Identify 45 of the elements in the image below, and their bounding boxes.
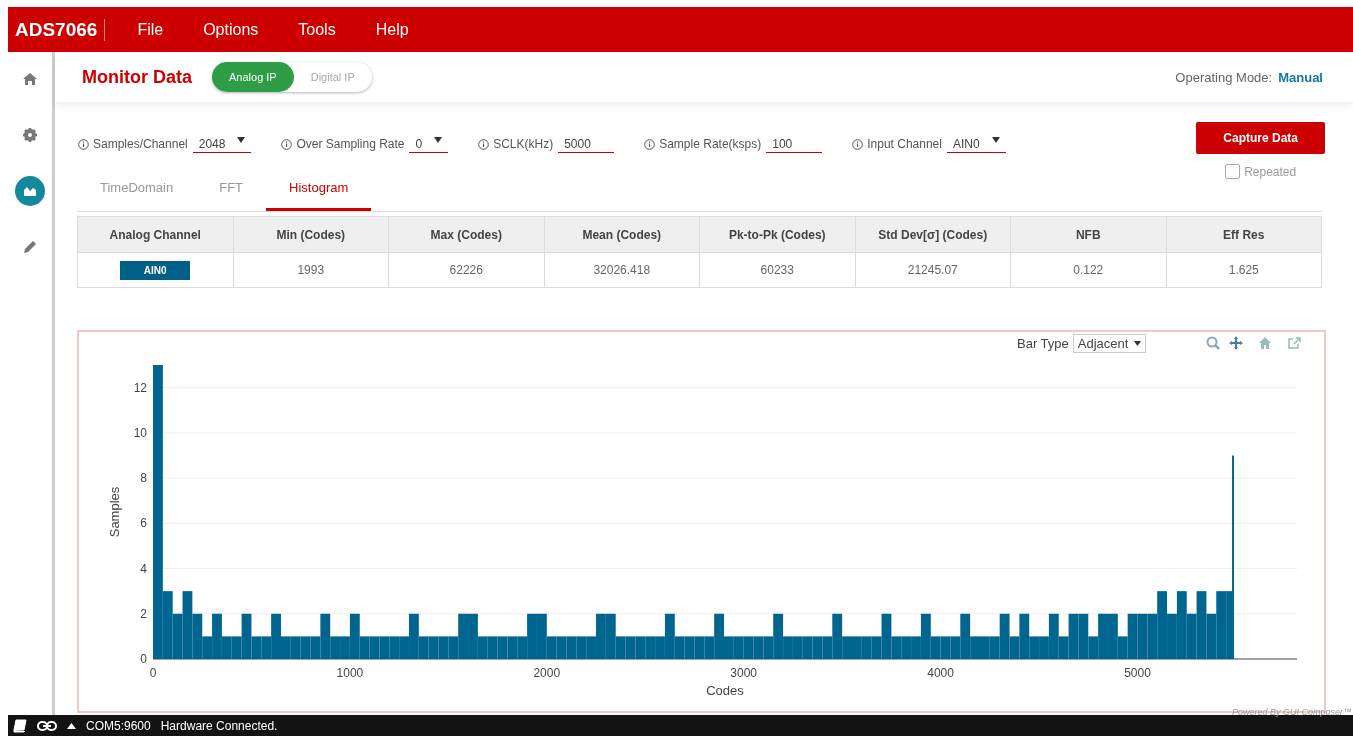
status-message: Hardware Connected.	[160, 718, 278, 733]
powered-by-text: Powered By GUI Composer™	[1231, 707, 1352, 717]
control-label: Over Sampling Rate	[296, 137, 405, 151]
column-header: Eff Res	[1166, 216, 1322, 253]
column-header: Pk-to-Pk (Codes)	[699, 216, 855, 253]
column-header: Mean (Codes)	[544, 216, 700, 253]
column-header: Max (Codes)	[388, 216, 544, 253]
x-tick-label: 3000	[730, 666, 758, 680]
table-cell: 1.625	[1166, 252, 1322, 288]
y-tick-label: 0	[140, 652, 147, 666]
y-tick-label: 4	[140, 561, 147, 576]
page-title: Monitor Data	[82, 66, 192, 88]
control-label: Sample Rate(ksps)	[659, 137, 762, 151]
x-tick-label: 1000	[336, 666, 364, 680]
table-cell: 62226	[388, 252, 544, 288]
x-axis-title: Codes	[706, 683, 744, 698]
x-tick-label: 2000	[533, 666, 561, 680]
y-tick-label: 2	[140, 606, 147, 621]
y-tick-label: 10	[133, 425, 147, 440]
column-header: Std Dev[σ] (Codes)	[855, 216, 1011, 253]
y-tick-label: 8	[140, 471, 147, 486]
table-cell: 1993	[233, 252, 389, 288]
table-cell: 0.122	[1010, 252, 1166, 288]
control-label: SCLK(kHz)	[493, 137, 554, 151]
table-cell: 21245.07	[855, 252, 1011, 288]
port-label: COM5:9600	[86, 718, 151, 733]
table-cell: 32026.418	[544, 252, 700, 288]
y-tick-label: 12	[133, 380, 147, 395]
bar-type-label: Bar Type	[1017, 336, 1069, 351]
mode-label: Operating Mode:	[1175, 69, 1273, 85]
y-axis-title: Samples	[107, 486, 122, 538]
x-tick-label: 4000	[927, 666, 954, 680]
control-label: Input Channel	[867, 137, 942, 151]
control-label: Samples/Channel	[93, 137, 188, 151]
channel-chip: AIN0	[120, 260, 191, 280]
app-title: ADS7066	[8, 18, 106, 41]
x-tick-label: 0	[149, 666, 157, 680]
checkbox-label: Repeated	[1244, 164, 1297, 179]
column-header: NFB	[1010, 216, 1166, 253]
x-tick-label: 5000	[1124, 666, 1151, 680]
column-header: Analog Channel	[77, 216, 233, 253]
y-tick-label: 6	[140, 516, 147, 531]
column-header: Min (Codes)	[233, 216, 389, 253]
table-cell: 60233	[699, 252, 855, 288]
mode-value: Manual	[1278, 69, 1323, 85]
